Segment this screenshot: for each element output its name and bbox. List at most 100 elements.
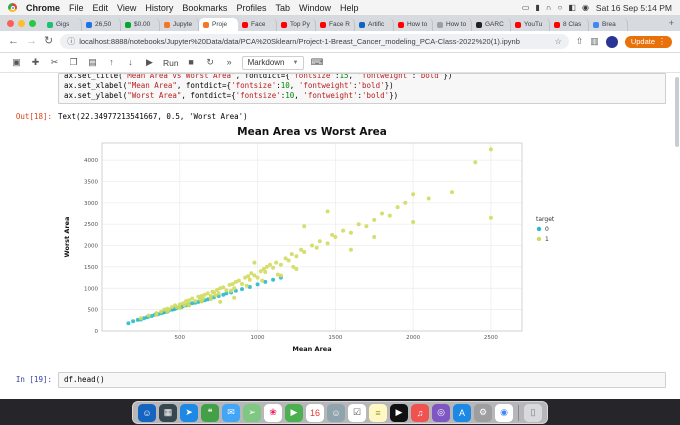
back-button[interactable]: ←: [8, 36, 19, 47]
dock-mail-icon[interactable]: ✉: [222, 403, 240, 422]
profile-avatar[interactable]: [605, 35, 618, 48]
paste-cells-button[interactable]: ▤: [86, 58, 99, 67]
dock-finder-icon[interactable]: ☺: [138, 403, 156, 422]
legend-title: target: [536, 216, 555, 223]
menu-item-bookmarks[interactable]: Bookmarks: [182, 3, 227, 13]
dock-trash-icon[interactable]: ▯: [524, 403, 542, 422]
dock-chrome-icon[interactable]: ◉: [495, 403, 513, 422]
update-button[interactable]: Update ⋮: [624, 35, 672, 48]
out-prompt: Out[18]:: [15, 112, 52, 121]
browser-tab[interactable]: Artific: [355, 18, 394, 31]
interrupt-kernel-button[interactable]: ■: [185, 58, 198, 67]
menu-item-file[interactable]: File: [69, 3, 84, 13]
run-button-label[interactable]: Run: [163, 58, 179, 68]
siri-icon[interactable]: ◉: [582, 3, 589, 12]
move-cell-up-button[interactable]: ↑: [105, 58, 118, 67]
restart-run-all-button[interactable]: »: [223, 58, 236, 67]
dock-reminders-icon[interactable]: ☑: [348, 403, 366, 422]
browser-menu-kebab-icon[interactable]: ⋮: [658, 37, 666, 46]
site-info-icon[interactable]: ⓘ: [67, 36, 75, 47]
dock-messages-icon[interactable]: ❝: [201, 403, 219, 422]
move-cell-down-button[interactable]: ↓: [124, 58, 137, 67]
code-editor[interactable]: df.head(): [58, 372, 666, 388]
browser-tab[interactable]: Face R: [316, 18, 355, 31]
menu-item-history[interactable]: History: [145, 3, 173, 13]
restart-kernel-button[interactable]: ↻: [204, 58, 217, 67]
add-cell-button[interactable]: ✚: [29, 58, 42, 67]
tab-favicon: [125, 21, 131, 28]
scrollbar[interactable]: [675, 77, 679, 147]
copy-cells-button[interactable]: ❐: [67, 58, 80, 67]
browser-tab[interactable]: How to: [433, 18, 472, 31]
tab-favicon: [476, 21, 482, 28]
cell-type-select[interactable]: Markdown ▼: [241, 55, 305, 70]
tab-label: $0.00: [134, 21, 151, 28]
dock-photos-icon[interactable]: ❀: [264, 403, 282, 422]
browser-tab[interactable]: 8 Clas: [550, 18, 589, 31]
browser-tab-active[interactable]: Proje: [199, 18, 238, 31]
menu-item-edit[interactable]: Edit: [93, 3, 109, 13]
battery-icon[interactable]: ▮: [535, 3, 539, 12]
browser-tab[interactable]: Gigs: [43, 18, 82, 31]
y-axis-label: Worst Area: [63, 217, 71, 258]
minimize-window-button[interactable]: [18, 20, 25, 27]
dock-app-store-icon[interactable]: A: [453, 403, 471, 422]
dock-launchpad-icon[interactable]: ▦: [159, 403, 177, 422]
browser-tab[interactable]: Face: [238, 18, 277, 31]
menu-clock[interactable]: Sat 16 Sep 5:14 PM: [596, 3, 672, 13]
forward-button[interactable]: →: [26, 36, 37, 47]
tab-label: Artific: [368, 21, 385, 28]
menu-item-view[interactable]: View: [117, 3, 136, 13]
tab-label: How to: [407, 21, 428, 28]
svg-text:2500: 2500: [484, 335, 498, 341]
jupyter-toolbar-buttons: ▣ ✚ ✂ ❐ ▤ ↑ ↓ ▶ Run ■ ↻ »: [10, 58, 236, 68]
dock-music-icon[interactable]: ♫: [411, 403, 429, 422]
browser-tab[interactable]: Brea: [589, 18, 628, 31]
browser-tab[interactable]: How to: [394, 18, 433, 31]
browser-tab[interactable]: GARC: [472, 18, 511, 31]
close-window-button[interactable]: [7, 20, 14, 27]
browser-tab[interactable]: 26,50: [82, 18, 121, 31]
save-button[interactable]: ▣: [10, 58, 23, 67]
dock-facetime-icon[interactable]: ▶: [285, 403, 303, 422]
dock-notes-icon[interactable]: ≡: [369, 403, 387, 422]
menu-item-window[interactable]: Window: [299, 3, 331, 13]
menu-item-help[interactable]: Help: [340, 3, 359, 13]
dock-safari-icon[interactable]: ➤: [180, 403, 198, 422]
address-bar[interactable]: ⓘ localhost:8888/notebooks/Jupyter%20Dat…: [60, 34, 569, 49]
code-editor[interactable]: ax.set_title("Mean Area vs Worst Area", …: [58, 73, 666, 104]
out-text: Text(22.34977213541667, 0.5, 'Worst Area…: [58, 112, 248, 121]
tab-label: How to: [446, 21, 467, 28]
search-icon[interactable]: ○: [558, 3, 563, 12]
url-text[interactable]: localhost:8888/notebooks/Jupyter%20Data/…: [79, 37, 550, 46]
menu-item-tab[interactable]: Tab: [275, 3, 290, 13]
dock-calendar-icon[interactable]: 16: [306, 403, 324, 422]
screen-mirroring-icon[interactable]: ▭: [522, 3, 530, 12]
browser-tab[interactable]: YouTu: [511, 18, 550, 31]
browser-tab[interactable]: Jupyte: [160, 18, 199, 31]
code-cell[interactable]: ax.set_title("Mean Area vs Worst Area", …: [6, 73, 666, 104]
tab-favicon: [593, 21, 599, 28]
keyboard-shortcuts-button[interactable]: ⌨: [310, 58, 323, 67]
side-panel-icon[interactable]: ▥: [590, 37, 599, 46]
output-row: Out[18]: Text(22.34977213541667, 0.5, 'W…: [6, 109, 666, 121]
dock-contacts-icon[interactable]: ☺: [327, 403, 345, 422]
browser-tab[interactable]: $0.00: [121, 18, 160, 31]
run-button[interactable]: ▶: [143, 58, 156, 67]
browser-tab[interactable]: Top Py: [277, 18, 316, 31]
dock-podcasts-icon[interactable]: ◎: [432, 403, 450, 422]
tab-favicon: [437, 21, 443, 28]
bookmark-star-icon[interactable]: ☆: [555, 37, 562, 46]
zoom-window-button[interactable]: [29, 20, 36, 27]
reload-button[interactable]: ↻: [44, 36, 53, 47]
dock-maps-icon[interactable]: ➢: [243, 403, 261, 422]
menu-item-profiles[interactable]: Profiles: [236, 3, 266, 13]
control-center-icon[interactable]: ◧: [568, 3, 576, 12]
new-tab-button[interactable]: +: [665, 18, 680, 31]
code-cell-next[interactable]: In [19]: df.head(): [6, 372, 666, 388]
dock-tv-icon[interactable]: ▶: [390, 403, 408, 422]
wifi-icon[interactable]: ∩: [546, 3, 552, 12]
dock-system-preferences-icon[interactable]: ⚙: [474, 403, 492, 422]
share-icon[interactable]: ⇧: [576, 37, 584, 46]
cut-cells-button[interactable]: ✂: [48, 58, 61, 67]
